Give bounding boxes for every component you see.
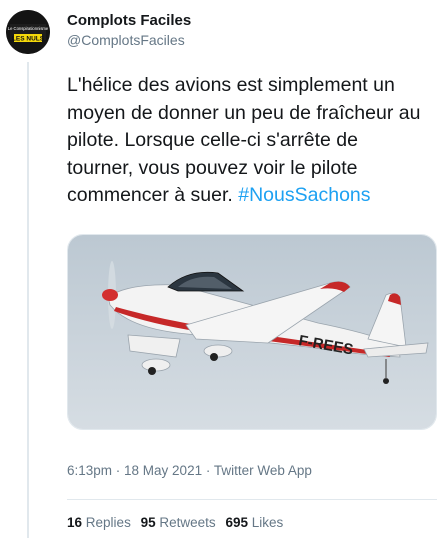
conspiracy-logo-icon: Le Conspirationnisme LES NULS [6, 10, 50, 54]
avatar[interactable]: Le Conspirationnisme LES NULS [6, 10, 50, 54]
retweets-label: Retweets [159, 515, 216, 530]
retweets-stat[interactable]: 95 Retweets [141, 515, 216, 530]
tweet-source[interactable]: Twitter Web App [214, 463, 312, 478]
tweet-meta: 6:13pm · 18 May 2021 · Twitter Web App [67, 463, 312, 478]
likes-count: 695 [225, 515, 248, 530]
airplane-photo: F-REES [68, 235, 436, 429]
tweet-media[interactable]: F-REES [67, 234, 437, 430]
author-display-name[interactable]: Complots Faciles [67, 12, 191, 29]
replies-stat[interactable]: 16 Replies [67, 515, 131, 530]
replies-label: Replies [85, 515, 131, 530]
author-handle[interactable]: @ComplotsFaciles [67, 32, 185, 48]
likes-label: Likes [251, 515, 284, 530]
meta-separator-2: · [202, 463, 214, 478]
thread-line [27, 62, 29, 538]
likes-stat[interactable]: 695 Likes [225, 515, 283, 530]
hashtag-link[interactable]: #NousSachons [238, 184, 370, 206]
tweet-stats: 16 Replies 95 Retweets 695 Likes [67, 515, 289, 530]
meta-separator: · [112, 463, 125, 478]
tweet-time[interactable]: 6:13pm [67, 463, 112, 478]
tweet-text: L'hélice des avions est simplement un mo… [67, 72, 427, 210]
divider [67, 499, 437, 500]
tweet-date[interactable]: 18 May 2021 [124, 463, 202, 478]
avatar-text-line1: Le Conspirationnisme [8, 26, 49, 31]
avatar-text-line2: LES NULS [12, 36, 45, 43]
retweets-count: 95 [140, 515, 156, 530]
replies-count: 16 [67, 515, 83, 530]
